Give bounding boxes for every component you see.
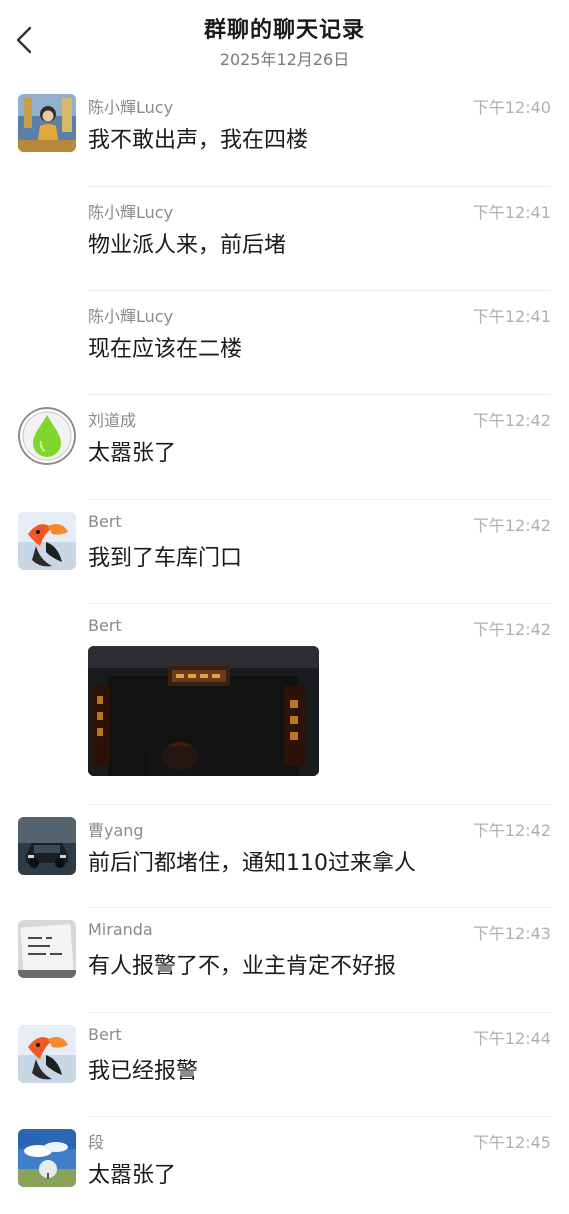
goldfish-avatar[interactable] [18,1025,76,1083]
message-time: 下午12:42 [472,516,551,535]
message-sender: Bert [88,616,122,635]
message-time: 下午12:42 [472,620,551,639]
message-sender: 陈小輝Lucy [88,307,174,326]
message-text[interactable]: 现在应该在二楼 [88,331,242,363]
message-text[interactable]: 我不敢出声，我在四楼 [88,122,308,154]
message-time: 下午12:42 [472,411,551,430]
message-text[interactable]: 太嚣张了 [88,435,176,467]
message-item: 陈小輝Lucy 下午12:41 物业派人来，前后堵 [0,187,569,291]
message-time: 下午12:40 [472,98,551,117]
message-time: 下午12:41 [472,203,551,222]
message-time: 下午12:43 [472,924,551,943]
message-time: 下午12:41 [472,307,551,326]
message-sender: 陈小輝Lucy [88,203,174,222]
car-avatar[interactable] [18,817,76,875]
message-sender: 段 [88,1133,105,1152]
message-item: Bert 下午12:42 我到了车库门口 [0,500,569,604]
message-text[interactable]: 太嚣张了 [88,1157,176,1189]
message-sender: 曹yang [88,821,144,840]
message-text[interactable]: 物业派人来，前后堵 [88,227,286,259]
message-item: 曹yang 下午12:42 前后门都堵住，通知110过来拿人 [0,805,569,908]
lucy-avatar[interactable] [18,94,76,152]
message-sender: 刘道成 [88,411,137,430]
header: 群聊的聊天记录 2025年12月26日 [0,0,569,82]
message-sender: Bert [88,512,122,531]
message-text[interactable]: 前后门都堵住，通知110过来拿人 [88,845,416,877]
page-date: 2025年12月26日 [219,50,350,69]
message-item: 陈小輝Lucy 下午12:41 现在应该在二楼 [0,291,569,395]
message-sender: 陈小輝Lucy [88,98,174,117]
message-item: Miranda 下午12:43 有人报警了不，业主肯定不好报 [0,908,569,1013]
goldfish-avatar[interactable] [18,512,76,570]
night-gate-photo[interactable] [88,646,319,776]
message-list: 陈小輝Lucy 下午12:40 我不敢出声，我在四楼 陈小輝Lucy 下午12:… [0,82,569,1214]
message-text[interactable]: 我到了车库门口 [88,540,242,572]
paper-avatar[interactable] [18,920,76,978]
message-text[interactable]: 有人报警了不，业主肯定不好报 [88,948,396,980]
message-time: 下午12:42 [472,821,551,840]
message-time: 下午12:45 [472,1133,551,1152]
message-time: 下午12:44 [472,1029,551,1048]
chat-history-page: 群聊的聊天记录 2025年12月26日 陈小輝Lucy 下午12:40 我不敢出 [0,0,569,1214]
sky-dome-avatar[interactable] [18,1129,76,1187]
message-item: 刘道成 下午12:42 太嚣张了 [0,395,569,500]
message-item: Bert 下午12:44 我已经报警 [0,1013,569,1117]
message-item: Bert 下午12:42 [0,604,569,805]
message-sender: Bert [88,1025,122,1044]
message-item: 陈小輝Lucy 下午12:40 我不敢出声，我在四楼 [0,82,569,187]
green-drop-avatar[interactable] [18,407,76,465]
message-text[interactable]: 我已经报警 [88,1053,198,1085]
page-title: 群聊的聊天记录 [203,18,365,43]
message-item: 段 下午12:45 太嚣张了 [0,1117,569,1214]
message-sender: Miranda [88,920,153,939]
